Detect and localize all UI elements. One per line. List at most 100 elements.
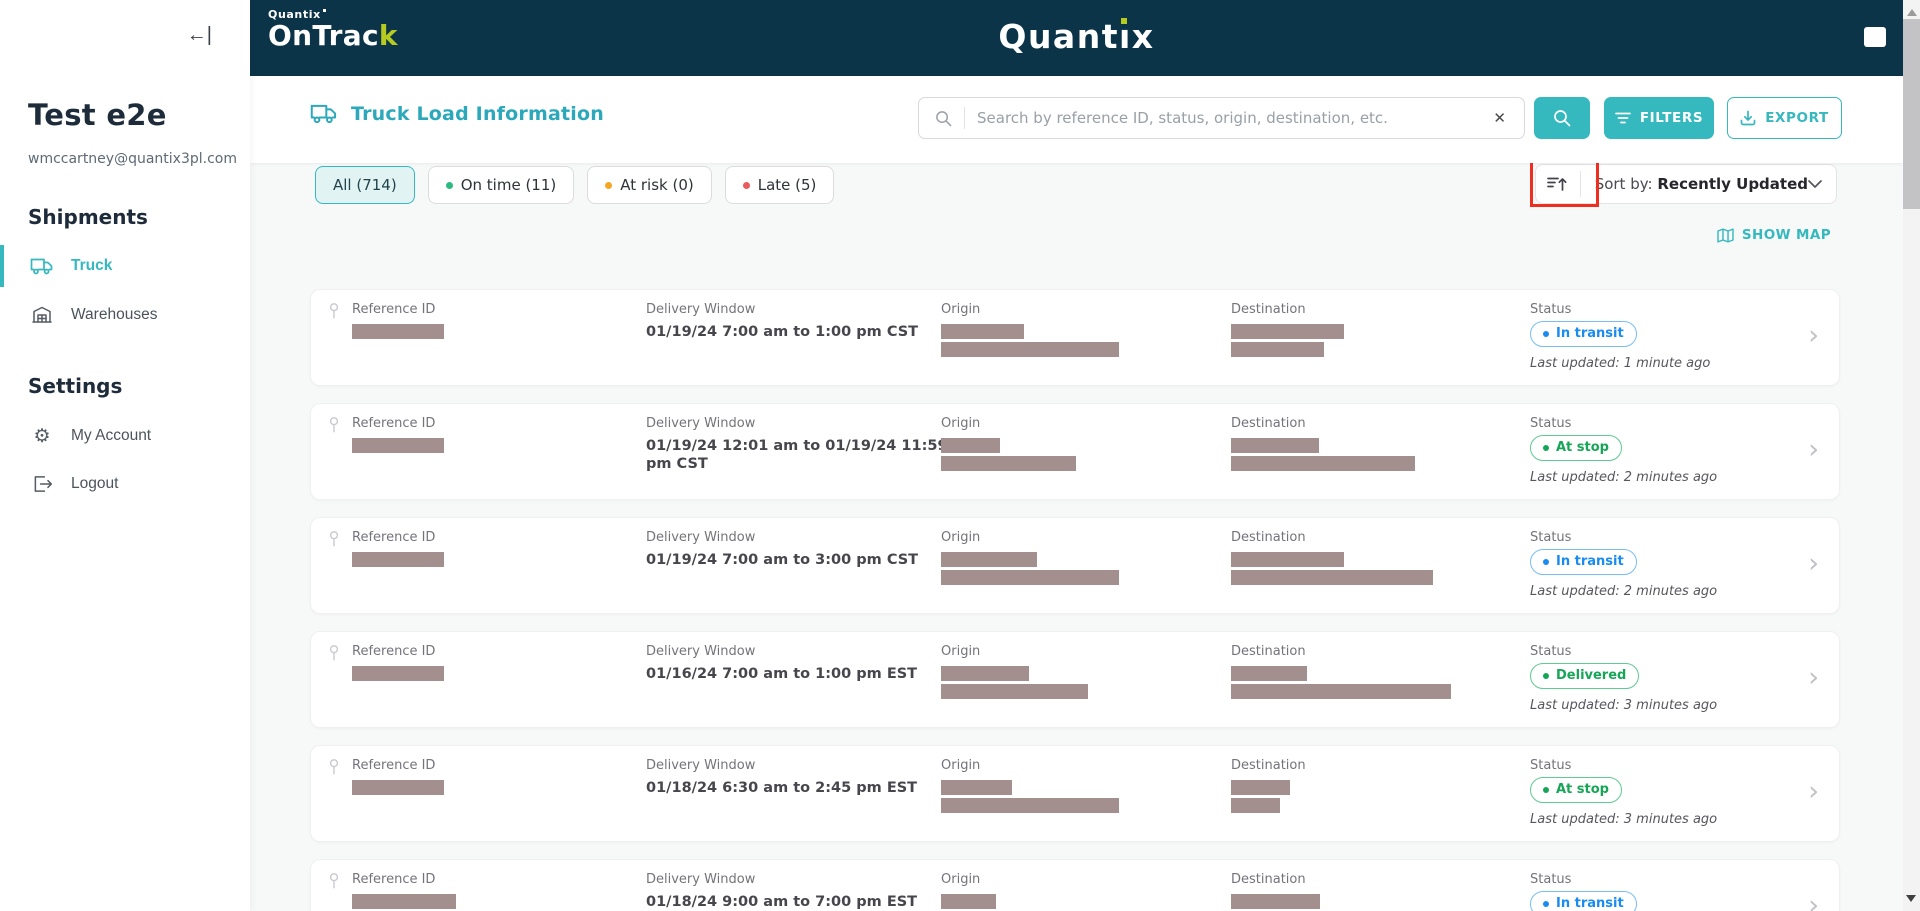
filter-tab-late[interactable]: Late (5)	[724, 166, 835, 204]
page-title: Truck Load Information	[310, 103, 604, 125]
filter-tab-label: At risk (0)	[620, 176, 694, 194]
delivery-window-column: Delivery Window 01/16/24 7:00 am to 1:00…	[646, 644, 951, 683]
vertical-scrollbar[interactable]	[1903, 0, 1920, 911]
scroll-down-arrow-icon[interactable]	[1906, 895, 1916, 907]
toolbar: Truck Load Information ✕ FILTERS	[250, 76, 1903, 163]
gear-icon: ⚙	[33, 425, 51, 447]
sidebar-collapse-icon[interactable]: ←|	[187, 24, 212, 47]
chevron-right-icon[interactable]: ›	[1808, 436, 1819, 463]
filters-button[interactable]: FILTERS	[1604, 97, 1714, 139]
chevron-right-icon[interactable]: ›	[1808, 322, 1819, 349]
redacted-reference-value	[352, 666, 444, 681]
column-label-origin: Origin	[941, 530, 981, 545]
scroll-up-arrow-icon[interactable]	[1906, 4, 1917, 16]
delivery-window-value: 01/18/24 9:00 am to 7:00 pm EST	[646, 894, 918, 910]
destination-column: Destination	[1231, 416, 1415, 471]
filter-tab-all[interactable]: All (714)	[315, 166, 415, 204]
column-label-status: Status	[1530, 644, 1572, 659]
redacted-origin-value	[941, 456, 1076, 471]
shipment-card[interactable]: Reference ID Delivery Window 01/16/24 7:…	[310, 631, 1840, 728]
sidebar-item-truck[interactable]: Truck	[0, 243, 250, 289]
app-header: Quantix OnTrack Quantıx	[250, 0, 1903, 76]
redacted-destination-value	[1231, 438, 1319, 453]
column-label-reference: Reference ID	[352, 758, 436, 773]
status-column: Status At stop Last updated: 3 minutes a…	[1530, 758, 1717, 827]
map-icon	[1717, 227, 1734, 243]
delivery-window-value: 01/19/24 7:00 am to 1:00 pm CST	[646, 324, 919, 340]
page-title-text: Truck Load Information	[351, 103, 604, 125]
export-button[interactable]: EXPORT	[1727, 97, 1842, 139]
pin-icon	[329, 759, 339, 775]
clear-search-icon[interactable]: ✕	[1491, 107, 1508, 129]
shipment-card[interactable]: Reference ID Delivery Window 01/18/24 9:…	[310, 859, 1840, 911]
sidebar-item-logout[interactable]: Logout	[0, 461, 250, 507]
quantix-logo: Quantıx	[998, 17, 1155, 56]
filter-tab-at-risk[interactable]: At risk (0)	[587, 166, 712, 204]
column-label-delivery: Delivery Window	[646, 530, 756, 545]
search-button[interactable]	[1534, 97, 1590, 139]
sort-divider	[1579, 171, 1581, 197]
column-label-status: Status	[1530, 758, 1572, 773]
column-label-reference: Reference ID	[352, 872, 436, 887]
chevron-right-icon[interactable]: ›	[1808, 778, 1819, 805]
column-label-origin: Origin	[941, 872, 981, 887]
status-badge: At stop	[1530, 435, 1622, 461]
filter-tab-label: Late (5)	[757, 176, 817, 194]
filter-icon	[1614, 112, 1631, 124]
chevron-right-icon[interactable]: ›	[1808, 664, 1819, 691]
reference-column: Reference ID	[352, 872, 456, 909]
column-label-status: Status	[1530, 416, 1572, 431]
search-input[interactable]	[977, 109, 1492, 127]
redacted-origin-value	[941, 798, 1119, 813]
sidebar-item-label: Logout	[71, 475, 119, 492]
redacted-origin-value	[941, 570, 1119, 585]
origin-column: Origin Vitners Bakery Armitage's Count	[941, 872, 1144, 911]
scrollbar-thumb[interactable]	[1903, 19, 1920, 209]
filter-tab-on-time[interactable]: On time (11)	[427, 166, 575, 204]
destination-column: Destination HIRELINERS, INC	[1231, 872, 1335, 911]
redacted-reference-value	[352, 324, 444, 339]
pin-icon	[329, 531, 339, 547]
status-badge-label: In transit	[1556, 554, 1624, 569]
last-updated-text: Last updated: 3 minutes ago	[1530, 698, 1718, 713]
delivery-window-value: 01/18/24 6:30 am to 2:45 pm EST	[646, 780, 918, 796]
redacted-destination-value	[1231, 552, 1344, 567]
sidebar-item-warehouses[interactable]: Warehouses	[0, 292, 250, 338]
chevron-right-icon[interactable]: ›	[1808, 892, 1819, 911]
redacted-destination-value	[1231, 780, 1290, 795]
redacted-origin-value	[941, 552, 1037, 567]
redacted-origin-value	[941, 324, 1024, 339]
chevron-right-icon[interactable]: ›	[1808, 550, 1819, 577]
shipment-card[interactable]: Reference ID Delivery Window 01/18/24 6:…	[310, 745, 1840, 842]
status-column: Status In transit	[1530, 872, 1637, 911]
search-icon	[1553, 109, 1571, 127]
export-button-label: EXPORT	[1765, 110, 1829, 126]
redacted-reference-value	[352, 552, 444, 567]
sort-ascending-icon	[1547, 176, 1568, 192]
delivery-window-column: Delivery Window 01/18/24 9:00 am to 7:00…	[646, 872, 951, 911]
search-box: ✕	[918, 97, 1525, 139]
shipment-card[interactable]: Reference ID Delivery Window 01/19/24 7:…	[310, 289, 1840, 386]
redacted-origin-value	[941, 780, 1012, 795]
column-label-status: Status	[1530, 872, 1572, 887]
header-white-square[interactable]	[1864, 27, 1886, 47]
show-map-button[interactable]: SHOW MAP	[1717, 227, 1831, 243]
filters-button-label: FILTERS	[1639, 110, 1704, 126]
sort-direction-button[interactable]	[1536, 165, 1580, 203]
chevron-down-icon[interactable]	[1808, 180, 1822, 188]
shipment-card[interactable]: Reference ID Delivery Window 01/19/24 7:…	[310, 517, 1840, 614]
sidebar-item-my-account[interactable]: ⚙ My Account	[0, 413, 250, 459]
pin-icon	[329, 303, 339, 319]
column-label-destination: Destination	[1231, 416, 1306, 431]
status-badge-label: At stop	[1556, 440, 1609, 455]
column-label-reference: Reference ID	[352, 416, 436, 431]
status-dot-icon	[1543, 786, 1549, 793]
delivery-window-column: Delivery Window 01/18/24 6:30 am to 2:45…	[646, 758, 951, 797]
column-label-reference: Reference ID	[352, 530, 436, 545]
delivery-window-column: Delivery Window 01/19/24 7:00 am to 1:00…	[646, 302, 951, 341]
shipment-card[interactable]: Reference ID Delivery Window 01/19/24 12…	[310, 403, 1840, 500]
status-column: Status At stop Last updated: 2 minutes a…	[1530, 416, 1717, 485]
column-label-delivery: Delivery Window	[646, 416, 756, 431]
column-label-destination: Destination	[1231, 758, 1306, 773]
status-badge: Delivered	[1530, 663, 1640, 689]
